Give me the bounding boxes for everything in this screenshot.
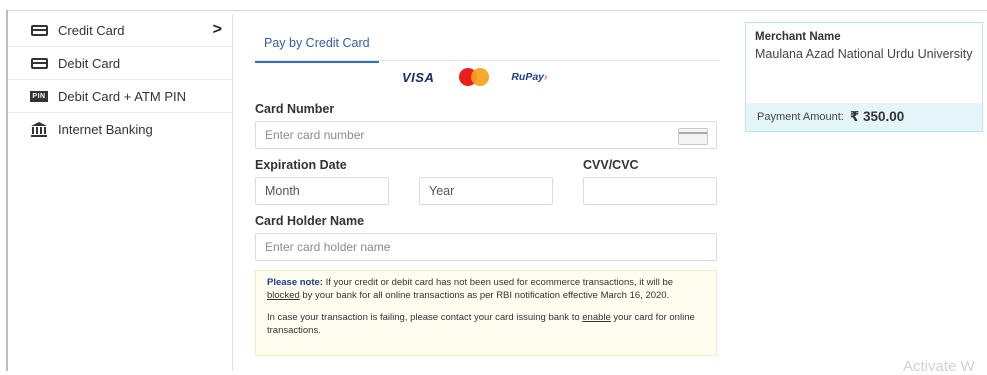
activate-windows-watermark: Activate W — [903, 358, 975, 375]
card-number-input[interactable]: Enter card number — [255, 121, 717, 149]
payment-amount: ₹ 350.00 — [849, 109, 905, 124]
expiration-month-select[interactable]: Month — [255, 177, 389, 205]
mastercard-logo — [455, 66, 495, 88]
card-icon — [678, 128, 708, 145]
notice-text: In case your transaction is failing, ple… — [267, 312, 583, 323]
bank-icon — [28, 121, 50, 137]
sidebar-item-credit-card[interactable]: Credit Card > — [8, 14, 232, 47]
sidebar-item-debit-card-atm-pin[interactable]: PIN Debit Card + ATM PIN — [8, 80, 232, 113]
card-network-logos: VISA RuPay› — [402, 66, 548, 88]
card-holder-name-input[interactable]: Enter card holder name — [255, 233, 717, 261]
month-value: Month — [265, 184, 300, 198]
chevron-right-icon: > — [212, 21, 222, 38]
sidebar-item-debit-card[interactable]: Debit Card — [8, 47, 232, 80]
card-holder-placeholder: Enter card holder name — [265, 240, 391, 254]
frame-top-border — [6, 10, 987, 11]
credit-card-form: Pay by Credit Card VISA RuPay› Card Numb… — [255, 14, 720, 356]
blocked-link: blocked — [267, 289, 300, 301]
card-number-label: Card Number — [255, 102, 335, 116]
credit-card-icon — [28, 23, 50, 37]
visa-logo: VISA — [402, 69, 435, 85]
tab-pay-by-credit-card[interactable]: Pay by Credit Card — [255, 14, 379, 63]
sidebar-item-label: Debit Card — [58, 55, 121, 71]
enable-link: enable — [582, 312, 611, 323]
merchant-name-label: Merchant Name — [755, 31, 841, 43]
card-holder-name-label: Card Holder Name — [255, 214, 365, 228]
merchant-summary: Merchant Name Maulana Azad National Urdu… — [745, 22, 983, 132]
rbi-notice: Please note: If your credit or debit car… — [255, 270, 717, 356]
sidebar-item-internet-banking[interactable]: Internet Banking — [8, 113, 232, 145]
pin-icon: PIN — [30, 90, 48, 102]
card-number-placeholder: Enter card number — [265, 128, 365, 142]
rupay-logo: RuPay› — [511, 71, 548, 83]
sidebar-item-label: Credit Card — [58, 22, 125, 38]
payment-method-sidebar: Credit Card > Debit Card PIN Debit Card … — [8, 14, 233, 371]
sidebar-item-label: Internet Banking — [58, 121, 153, 137]
payment-amount-label: Payment Amount: — [757, 111, 844, 123]
tab-divider — [255, 60, 720, 61]
year-value: Year — [429, 184, 455, 198]
expiration-year-select[interactable]: Year — [419, 177, 553, 205]
notice-text: by your bank for all online transactions… — [299, 289, 670, 301]
cvv-input[interactable] — [583, 177, 717, 205]
merchant-name: Maulana Azad National Urdu University — [755, 47, 973, 61]
notice-title: Please note: — [267, 277, 323, 288]
cvv-label: CVV/CVC — [583, 158, 639, 172]
expiration-date-label: Expiration Date — [255, 158, 347, 172]
sidebar-item-label: Debit Card + ATM PIN — [58, 88, 186, 104]
debit-card-icon — [28, 56, 50, 70]
notice-text: If your credit or debit card has not bee… — [322, 277, 674, 288]
